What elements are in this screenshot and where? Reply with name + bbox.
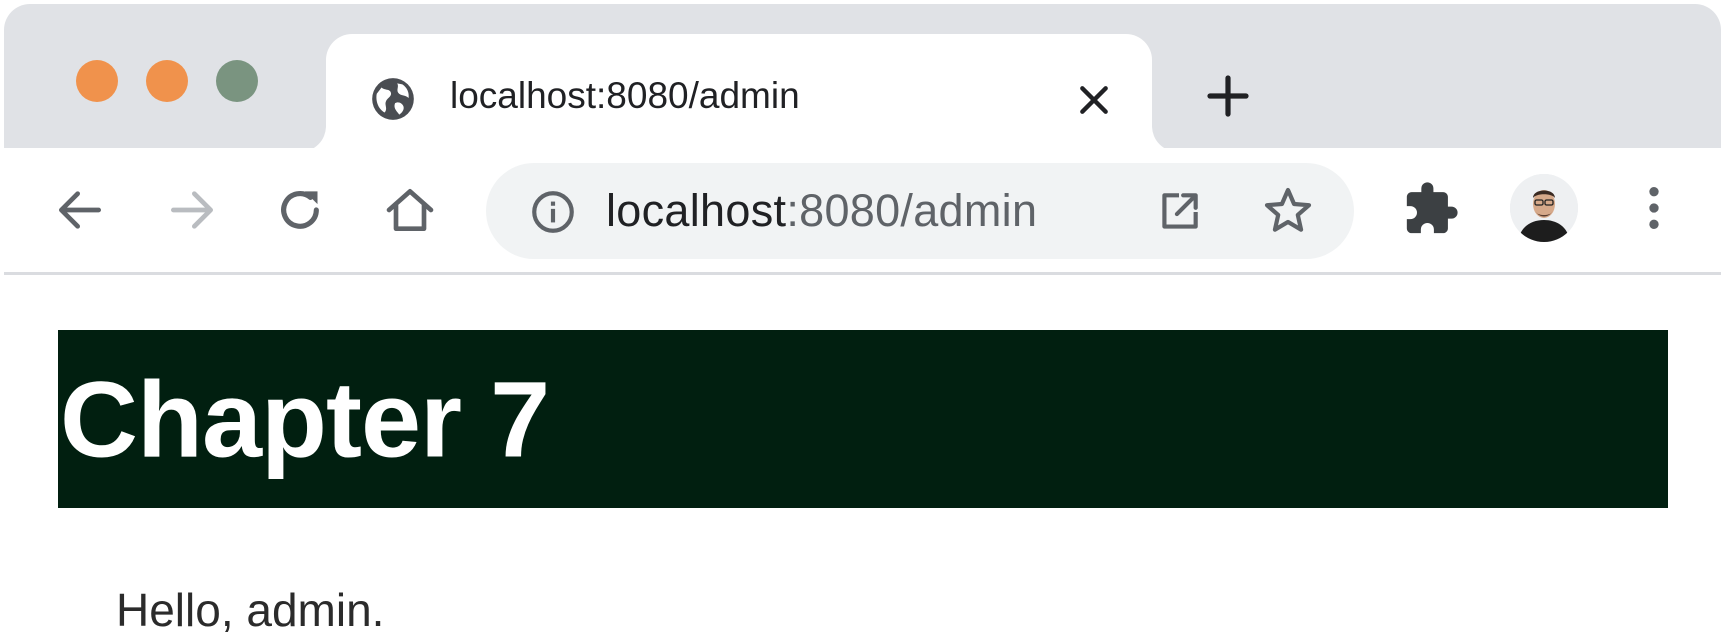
window-maximize-button[interactable] [216,60,258,102]
more-vert-icon[interactable] [1626,180,1682,236]
browser-toolbar: localhost:8080/admin [4,148,1721,275]
page-content: Chapter 7 Hello, admin. [0,275,1725,644]
address-host: localhost [606,185,787,236]
back-arrow-icon[interactable] [52,182,108,238]
globe-icon [372,78,414,120]
address-text[interactable]: localhost:8080/admin [606,185,1037,237]
page-title: Chapter 7 [60,358,550,480]
star-icon[interactable] [1260,183,1316,239]
new-tab-icon[interactable] [1204,72,1252,120]
address-bar[interactable]: localhost:8080/admin [486,163,1354,259]
active-tab[interactable]: localhost:8080/admin [326,34,1152,152]
tab-title: localhost:8080/admin [450,75,800,116]
profile-photo [1510,174,1578,242]
home-icon[interactable] [382,182,438,238]
close-tab-icon[interactable] [1074,80,1114,120]
browser-window: localhost:8080/admin localhost:8080/admi… [0,0,1725,644]
page-banner: Chapter 7 [58,330,1668,508]
extensions-icon[interactable] [1402,180,1460,238]
greeting-text: Hello, admin. [116,584,385,636]
tab-strip: localhost:8080/admin [4,4,1721,152]
address-path: :8080/admin [786,185,1038,236]
forward-arrow-icon[interactable] [164,182,220,238]
info-icon[interactable] [528,187,578,237]
reload-icon[interactable] [272,182,328,238]
open-in-new-icon[interactable] [1154,187,1204,237]
window-close-button[interactable] [76,60,118,102]
window-minimize-button[interactable] [146,60,188,102]
avatar[interactable] [1510,174,1578,242]
